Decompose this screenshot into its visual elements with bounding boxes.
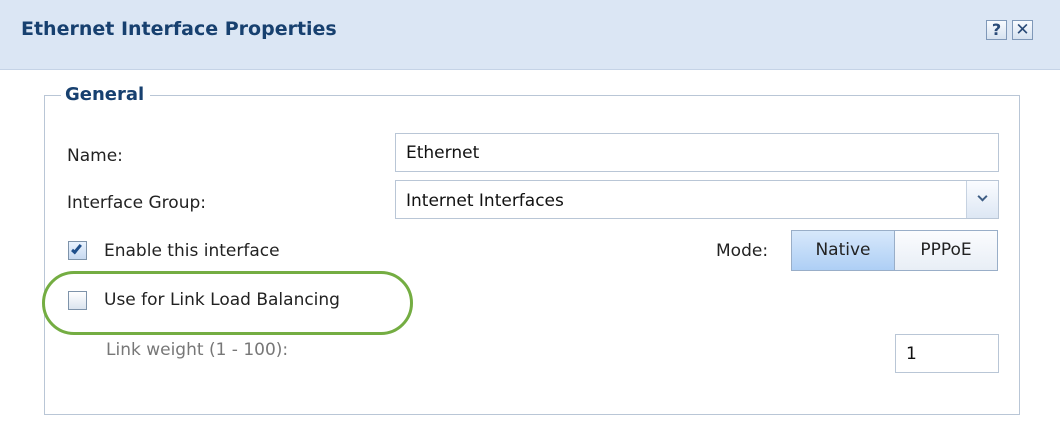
name-label: Name: [67, 146, 123, 166]
general-legend: General [61, 84, 151, 105]
ethernet-interface-properties-dialog: Ethernet Interface Properties ? ✕ Genera… [0, 0, 1060, 444]
interface-group-select[interactable]: Internet Interfaces [395, 180, 999, 219]
link-weight-label: Link weight (1 - 100): [106, 340, 289, 360]
close-icon[interactable]: ✕ [1012, 20, 1033, 40]
enable-interface-checkbox[interactable] [68, 241, 87, 260]
dropdown-arrow-button[interactable] [966, 181, 998, 218]
mode-native-button[interactable]: Native [792, 231, 895, 270]
mode-label: Mode: [716, 241, 769, 261]
interface-group-label: Interface Group: [67, 193, 206, 213]
chevron-down-icon [977, 191, 988, 202]
dialog-title: Ethernet Interface Properties [21, 18, 337, 40]
name-input[interactable] [395, 133, 999, 172]
help-icon[interactable]: ? [986, 20, 1007, 40]
mode-pppoe-button[interactable]: PPPoE [895, 231, 997, 270]
dialog-body: General Name: Interface Group: Internet … [0, 70, 1060, 444]
interface-group-value: Internet Interfaces [406, 191, 564, 211]
checkmark-icon [71, 242, 82, 255]
link-weight-input[interactable] [895, 334, 999, 373]
link-load-balancing-label[interactable]: Use for Link Load Balancing [104, 290, 340, 310]
dialog-titlebar: Ethernet Interface Properties ? ✕ [0, 0, 1060, 70]
enable-interface-label[interactable]: Enable this interface [104, 241, 280, 261]
link-load-balancing-checkbox[interactable] [68, 291, 87, 310]
mode-segmented-control: Native PPPoE [791, 230, 998, 271]
